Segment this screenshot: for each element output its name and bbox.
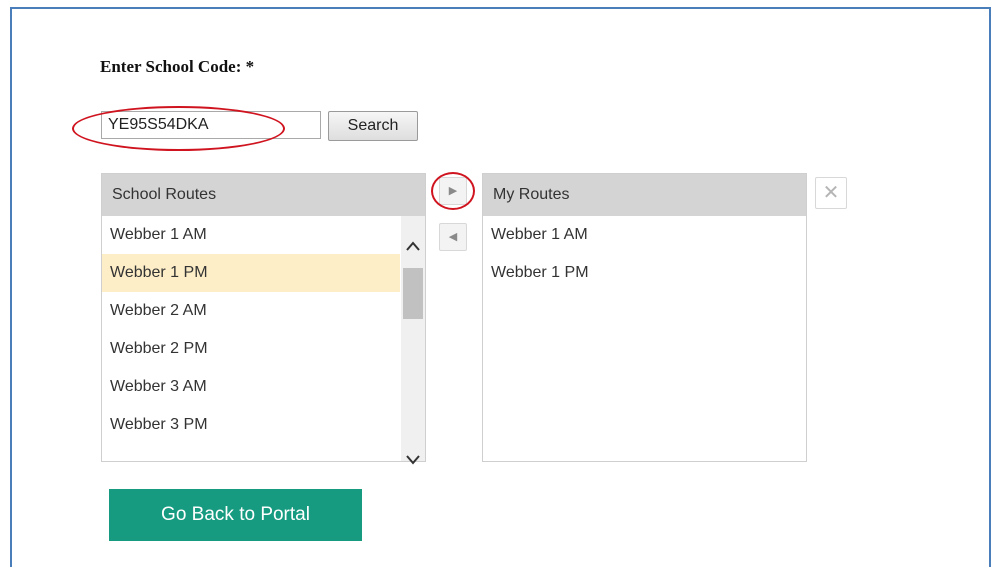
school-routes-header: School Routes bbox=[102, 174, 425, 216]
my-routes-list[interactable]: My Routes Webber 1 AM Webber 1 PM bbox=[482, 173, 807, 462]
school-route-item[interactable]: Webber 3 AM bbox=[102, 368, 400, 406]
school-route-item[interactable]: Webber 2 PM bbox=[102, 330, 400, 368]
search-button[interactable]: Search bbox=[328, 111, 418, 141]
triangle-right-icon: ▶ bbox=[448, 185, 458, 197]
scroll-down-icon[interactable] bbox=[401, 448, 425, 472]
my-routes-header: My Routes bbox=[483, 174, 806, 216]
remove-route-button[interactable]: ◀ bbox=[439, 223, 467, 251]
add-route-button[interactable]: ▶ bbox=[439, 177, 467, 205]
school-routes-list[interactable]: School Routes Webber 1 AM Webber 1 PM We… bbox=[101, 173, 426, 465]
close-icon: ✕ bbox=[822, 182, 840, 204]
my-route-item[interactable]: Webber 1 AM bbox=[483, 216, 806, 254]
school-routes-scrollbar[interactable] bbox=[401, 216, 425, 465]
school-route-item[interactable]: Webber 2 AM bbox=[102, 292, 400, 330]
clear-routes-button[interactable]: ✕ bbox=[815, 177, 847, 209]
scroll-up-icon[interactable] bbox=[401, 234, 425, 258]
school-route-item-selected[interactable]: Webber 1 PM bbox=[102, 254, 400, 292]
school-code-input[interactable] bbox=[101, 111, 321, 139]
school-code-label: Enter School Code: * bbox=[100, 57, 255, 76]
school-route-item[interactable]: Webber 3 PM bbox=[102, 406, 400, 444]
triangle-left-icon: ◀ bbox=[448, 231, 458, 243]
scroll-thumb[interactable] bbox=[403, 268, 423, 319]
my-route-item[interactable]: Webber 1 PM bbox=[483, 254, 806, 292]
go-back-to-portal-button[interactable]: Go Back to Portal bbox=[109, 489, 362, 541]
school-route-item[interactable]: Webber 1 AM bbox=[102, 216, 400, 254]
